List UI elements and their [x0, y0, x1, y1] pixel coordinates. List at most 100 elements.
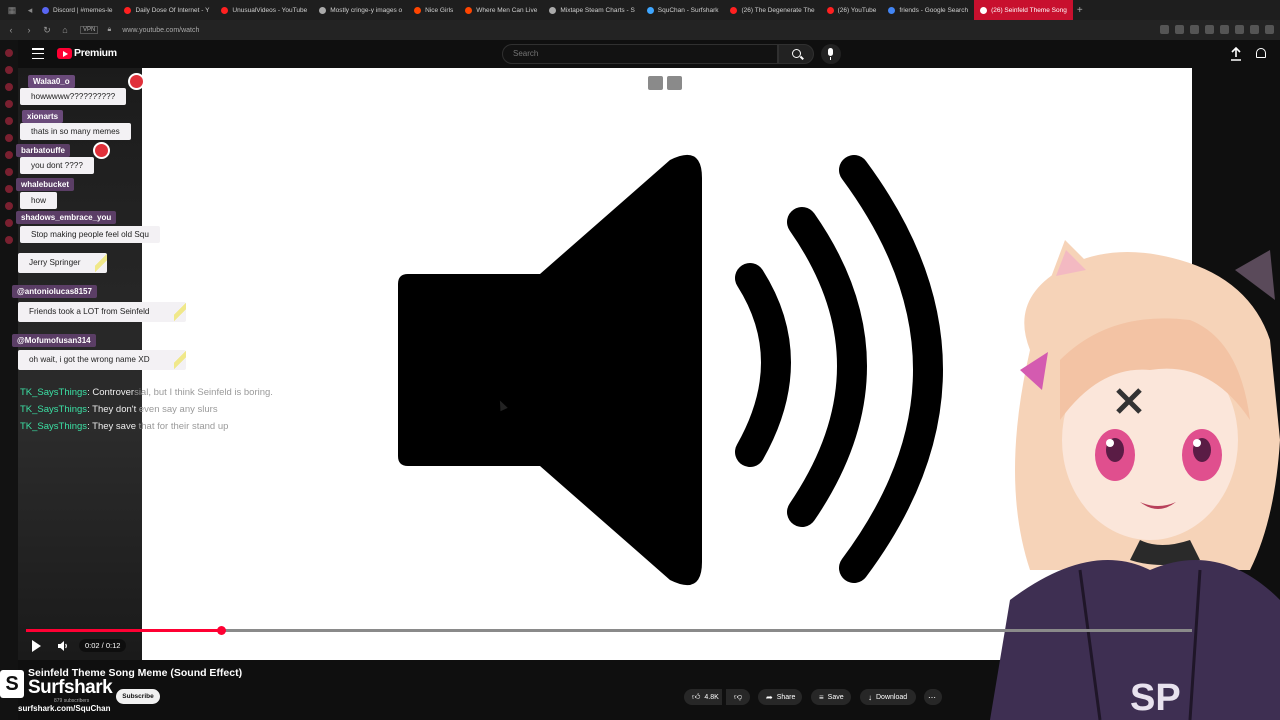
player-overlay-buttons	[648, 76, 682, 90]
like-count: 4.8K	[704, 693, 719, 701]
sidebar-app-icon[interactable]	[5, 202, 13, 210]
extension-icon[interactable]	[1190, 25, 1199, 34]
chat-line-text-faded: even say any slurs	[136, 404, 218, 415]
search-button[interactable]	[778, 44, 814, 64]
chat-username: @Mofumofusan314	[12, 334, 96, 347]
hamburger-menu-icon[interactable]	[32, 48, 44, 59]
save-button[interactable]: ≡ Save	[811, 689, 851, 705]
sidebar-app-icon[interactable]	[5, 185, 13, 193]
surfshark-logo-icon: S	[0, 670, 24, 698]
tab-favicon-icon	[42, 6, 49, 14]
more-actions-button[interactable]: ⋯	[924, 689, 942, 705]
sidebar-app-icon[interactable]	[5, 236, 13, 244]
upload-icon[interactable]	[1230, 47, 1242, 61]
browser-tab[interactable]: Mostly cringe-y images o	[313, 0, 408, 20]
chat-username: shadows_embrace_you	[16, 211, 117, 224]
browser-tab[interactable]: (26) The Degenerate The	[724, 0, 820, 20]
search-input[interactable]	[513, 49, 763, 58]
extension-icon[interactable]	[1265, 25, 1274, 34]
sidebar-app-icon[interactable]	[5, 168, 13, 176]
search-icon	[792, 49, 801, 58]
volume-icon[interactable]	[57, 640, 69, 652]
tab-label: Nice Girls	[425, 6, 454, 14]
sidebar-app-icon[interactable]	[5, 49, 13, 57]
browser-sidebar	[0, 40, 18, 720]
tab-label: SquChan - Surfshark	[657, 6, 719, 14]
tab-favicon-icon	[980, 6, 988, 14]
tab-back-icon[interactable]: ◂	[24, 4, 36, 16]
extension-icon[interactable]	[1235, 25, 1244, 34]
progress-scrubber[interactable]	[216, 626, 226, 635]
sidebar-app-icon[interactable]	[5, 219, 13, 227]
play-icon[interactable]	[32, 640, 41, 652]
extension-icon[interactable]	[1175, 25, 1184, 34]
skip-icon[interactable]	[667, 76, 682, 90]
tab-menu-icon[interactable]: ▦	[6, 4, 18, 16]
chat-line-username: TK_SaysThings	[20, 404, 88, 415]
sidebar-app-icon[interactable]	[5, 83, 13, 91]
extension-icon[interactable]	[1220, 25, 1229, 34]
progress-played	[26, 629, 221, 632]
browser-tab-active[interactable]: (26) Seinfeld Theme Song	[974, 0, 1073, 20]
tab-label: Daily Dose Of Internet - Y	[135, 6, 210, 14]
chat-line-text: They don't	[92, 404, 137, 415]
youtube-premium-logo[interactable]: Premium	[74, 47, 117, 59]
dislike-button[interactable]: 👎︎	[726, 689, 750, 705]
search-box[interactable]	[502, 44, 778, 64]
share-button[interactable]: ➦ Share	[758, 689, 802, 705]
chat-message: you dont ????	[20, 157, 94, 174]
url-field[interactable]: www.youtube.com/watch	[122, 27, 199, 34]
browser-tab[interactable]: Where Men Can Live	[459, 0, 543, 20]
surfshark-wordmark: Surfshark	[28, 677, 113, 698]
sidebar-app-icon[interactable]	[5, 151, 13, 159]
chat-message: howwwww??????????	[20, 88, 127, 105]
shirt-logo: SP	[1130, 677, 1181, 719]
subscribe-button[interactable]: Subscribe	[116, 689, 160, 704]
extension-icon[interactable]	[1205, 25, 1214, 34]
camera-icon[interactable]	[648, 76, 663, 90]
browser-tab[interactable]: Nice Girls	[408, 0, 459, 20]
chat-line-text: Controver	[92, 387, 135, 398]
sidebar-app-icon[interactable]	[5, 100, 13, 108]
youtube-logo-icon[interactable]	[57, 48, 72, 59]
sidebar-app-icon[interactable]	[5, 66, 13, 74]
chat-line-username: TK_SaysThings	[20, 387, 88, 398]
browser-tab[interactable]: Mixtape Steam Charts - S	[543, 0, 640, 20]
new-tab-icon[interactable]: +	[1077, 5, 1083, 16]
forward-icon[interactable]: ›	[22, 25, 36, 35]
tab-label: Mixtape Steam Charts - S	[560, 6, 635, 14]
time-display: 0:02 / 0:12	[79, 639, 127, 652]
chat-badge-icon	[128, 73, 145, 90]
tab-favicon-icon	[414, 6, 422, 14]
like-button[interactable]: 👍︎ 4.8K	[684, 689, 722, 705]
back-icon[interactable]: ‹	[4, 25, 18, 35]
home-icon[interactable]: ⌂	[58, 25, 72, 35]
chat-message: oh wait, i got the wrong name XD	[18, 350, 186, 370]
chat-message: Jerry Springer	[18, 253, 107, 273]
browser-tab[interactable]: Daily Dose Of Internet - Y	[118, 0, 215, 20]
browser-tab[interactable]: UnusualVideos - YouTube	[215, 0, 313, 20]
browser-tab[interactable]: Discord | #memes-le	[36, 0, 118, 20]
speaker-volume-icon	[398, 154, 943, 586]
notifications-bell-icon[interactable]	[1256, 48, 1266, 58]
chat-line-username: TK_SaysThings	[20, 421, 88, 432]
tab-label: friends - Google Search	[899, 6, 969, 14]
browser-tab[interactable]: SquChan - Surfshark	[641, 0, 725, 20]
chat-message: Stop making people feel old Squ	[20, 226, 160, 243]
chat-message: how	[20, 192, 58, 209]
download-icon: ↓	[868, 692, 872, 702]
browser-tab[interactable]: friends - Google Search	[882, 0, 974, 20]
sidebar-app-icon[interactable]	[5, 117, 13, 125]
browser-tab[interactable]: (26) YouTube	[821, 0, 883, 20]
extension-icon[interactable]	[1250, 25, 1259, 34]
reload-icon[interactable]: ↻	[40, 25, 54, 36]
extension-icon[interactable]	[1160, 25, 1169, 34]
vpn-badge[interactable]: VPN	[80, 26, 99, 34]
more-icon: ⋯	[928, 692, 936, 702]
lock-icon: 🔒︎	[107, 26, 112, 33]
voice-search-button[interactable]	[821, 44, 841, 64]
sidebar-app-icon[interactable]	[5, 134, 13, 142]
download-button[interactable]: ↓ Download	[860, 689, 916, 705]
tab-label: (26) The Degenerate The	[741, 6, 815, 14]
tab-favicon-icon	[549, 6, 557, 14]
